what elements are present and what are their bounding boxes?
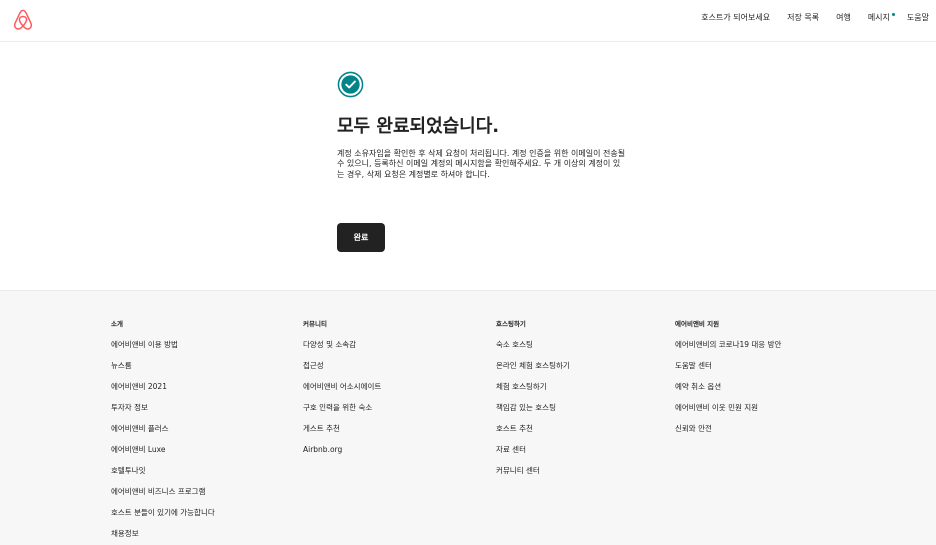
footer-link[interactable]: 접근성 [303,361,478,382]
confirmation-description: 계정 소유자임을 확인한 후 삭제 요청이 처리됩니다. 계정 인증을 위한 이… [337,149,626,179]
nav-help[interactable]: 도움말 [907,12,929,24]
footer: 소개 에어비앤비 이용 방법 뉴스룸 에어비앤비 2021 투자자 정보 에어비… [0,290,936,545]
page-title: 모두 완료되었습니다. [337,116,500,137]
footer-link[interactable]: 호스트 추천 [496,424,671,445]
footer-link[interactable]: 에어비앤비 이웃 민원 지원 [675,403,850,424]
footer-link[interactable]: 호텔투나잇 [111,466,286,487]
footer-heading: 에어비앤비 지원 [675,320,720,328]
confirmation-panel: 모두 완료되었습니다. 계정 소유자임을 확인한 후 삭제 요청이 처리됩니다.… [337,71,637,252]
footer-link[interactable]: 에어비앤비 플러스 [111,424,286,445]
footer-column-community: 커뮤니티 다양성 및 소속감 접근성 에어비앤비 어소시에이트 구호 인력을 위… [303,319,478,466]
footer-column-hosting: 호스팅하기 숙소 호스팅 온라인 체험 호스팅하기 체험 호스팅하기 책임감 있… [496,319,671,487]
footer-column-about: 소개 에어비앤비 이용 방법 뉴스룸 에어비앤비 2021 투자자 정보 에어비… [111,319,286,545]
footer-link[interactable]: 에어비앤비 비즈니스 프로그램 [111,487,286,508]
footer-link[interactable]: 도움말 센터 [675,361,850,382]
footer-heading: 소개 [111,320,123,328]
footer-link[interactable]: 뉴스룸 [111,361,286,382]
footer-heading: 호스팅하기 [496,320,526,328]
footer-link[interactable]: 에어비앤비 2021 [111,382,286,403]
footer-link[interactable]: 책임감 있는 호스팅 [496,403,671,424]
footer-link[interactable]: 예약 취소 옵션 [675,382,850,403]
footer-heading: 커뮤니티 [303,320,327,328]
footer-link[interactable]: 에어비앤비의 코로나19 대응 방안 [675,340,850,361]
footer-link[interactable]: 에어비앤비 이용 방법 [111,340,286,361]
footer-link[interactable]: 호스트 분들이 있기에 가능합니다 [111,508,286,529]
footer-link[interactable]: 채용정보 [111,529,286,545]
nav-wishlists[interactable]: 저장 목록 [787,12,819,24]
done-button[interactable]: 완료 [337,223,385,252]
footer-link[interactable]: 커뮤니티 센터 [496,466,671,487]
top-header: 호스트가 되어보세요 저장 목록 여행 메시지 도움말 [0,0,936,42]
footer-link[interactable]: 온라인 체험 호스팅하기 [496,361,671,382]
nav-become-host[interactable]: 호스트가 되어보세요 [701,12,770,24]
check-circle-icon [337,71,364,98]
nav-messages-label: 메시지 [867,13,890,22]
notification-dot [891,13,895,16]
airbnb-logo-icon[interactable] [12,8,34,32]
footer-link[interactable]: 에어비앤비 어소시에이트 [303,382,478,403]
footer-link[interactable]: 자료 센터 [496,445,671,466]
footer-link[interactable]: 신뢰와 안전 [675,424,850,445]
footer-link[interactable]: 체험 호스팅하기 [496,382,671,403]
nav-trips[interactable]: 여행 [836,12,851,24]
top-nav: 호스트가 되어보세요 저장 목록 여행 메시지 도움말 [701,12,929,24]
footer-link[interactable]: 숙소 호스팅 [496,340,671,361]
footer-link[interactable]: Airbnb.org [303,445,478,466]
footer-link[interactable]: 다양성 및 소속감 [303,340,478,361]
footer-link[interactable]: 게스트 추천 [303,424,478,445]
nav-messages[interactable]: 메시지 [867,12,895,24]
footer-link[interactable]: 구호 인력을 위한 숙소 [303,403,478,424]
footer-column-support: 에어비앤비 지원 에어비앤비의 코로나19 대응 방안 도움말 센터 예약 취소… [675,319,850,445]
footer-link[interactable]: 투자자 정보 [111,403,286,424]
footer-link[interactable]: 에어비앤비 Luxe [111,445,286,466]
